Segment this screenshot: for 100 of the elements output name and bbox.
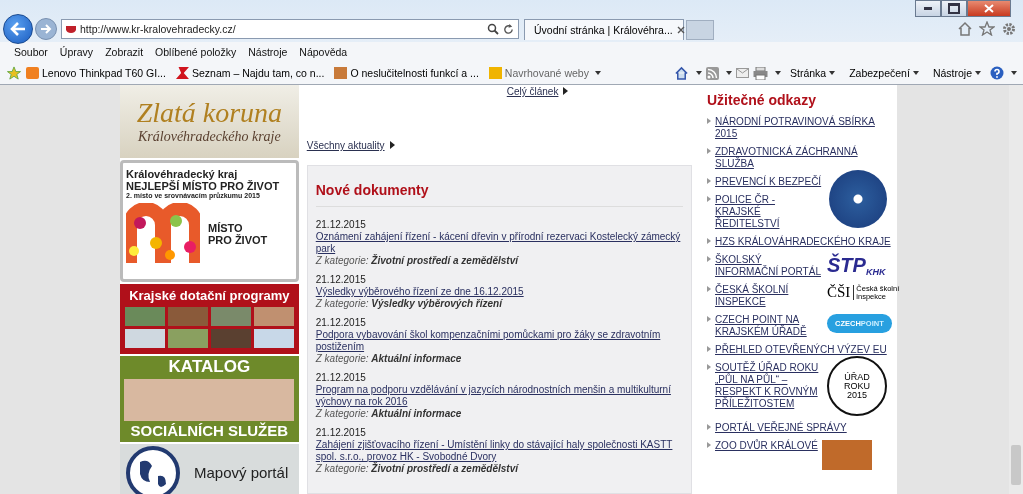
arrow-icon bbox=[707, 424, 711, 430]
document-link[interactable]: Výsledky výběrového řízení ze dne 16.12.2015 bbox=[315, 286, 683, 298]
banner-title: Zlatá koruna bbox=[136, 98, 283, 129]
back-button[interactable] bbox=[3, 14, 33, 44]
section-heading: Nové dokumenty bbox=[315, 182, 430, 198]
office-of-year-logo[interactable]: ÚŘAD ROKU 2015 bbox=[827, 356, 887, 416]
close-button[interactable] bbox=[967, 0, 1011, 17]
back-arrow-icon bbox=[10, 22, 26, 36]
map-portal-banner[interactable]: Mapový portál bbox=[120, 444, 299, 494]
photo-placeholder bbox=[253, 328, 294, 348]
caret-icon[interactable] bbox=[775, 71, 781, 75]
logo-text: MÍSTO bbox=[208, 222, 243, 235]
photo-placeholder bbox=[167, 328, 208, 348]
favorite-link[interactable]: Navrhované weby bbox=[488, 67, 601, 79]
document-category: Z kategorie: Aktuální informace bbox=[315, 408, 463, 420]
document-category: Z kategorie: Výsledky výběrových řízení bbox=[315, 298, 504, 310]
arrow-icon bbox=[707, 346, 711, 352]
address-field[interactable]: http://www.kr-kralovehradecky.cz/ bbox=[61, 19, 519, 39]
document-link[interactable]: Podpora vybavování škol kompenzačními pomůckami pro žáky se zdravotním postižením bbox=[315, 329, 683, 353]
home-icon[interactable] bbox=[957, 21, 973, 36]
printer-icon[interactable] bbox=[753, 66, 768, 80]
document-category: Z kategorie: Životní prostředí a zemědělství bbox=[315, 463, 520, 475]
arrow-icon bbox=[707, 118, 711, 124]
forward-button[interactable] bbox=[35, 18, 57, 40]
useful-link[interactable]: ZDRAVOTNICKÁ ZÁCHRANNÁ SLUŽBA bbox=[715, 146, 897, 170]
useful-link[interactable]: NÁRODNÍ POTRAVINOVÁ SBÍRKA 2015 bbox=[715, 116, 897, 140]
help-icon[interactable] bbox=[990, 66, 1004, 80]
command-menu[interactable]: Stránka bbox=[790, 67, 836, 79]
section-heading: Užitečné odkazy bbox=[707, 92, 817, 108]
document-link[interactable]: Zahájení zjišťovacího řízení - Umístění linky do stávající haly společnosti KASTT spol. s.r.o., provoz HK - Svobodné Dvory bbox=[315, 439, 683, 463]
maximize-button[interactable] bbox=[941, 0, 967, 17]
command-menu[interactable]: Zabezpečení bbox=[849, 67, 919, 79]
caret-icon[interactable] bbox=[1011, 71, 1017, 75]
caret-icon bbox=[594, 71, 601, 75]
home-icon[interactable] bbox=[674, 66, 689, 80]
social-services-catalog-banner[interactable]: KATALOG SOCIÁLNÍCH SLUŽEB bbox=[120, 356, 299, 442]
globe-icon bbox=[126, 446, 180, 494]
favorite-link[interactable]: Lenovo Thinkpad T60 GI... bbox=[26, 67, 166, 79]
photo-placeholder bbox=[210, 306, 251, 326]
caret-icon[interactable] bbox=[696, 71, 702, 75]
document-link[interactable]: Oznámení zahájení řízení - kácení dřevin v přírodní rezervaci Kostelecký zámecký park bbox=[315, 231, 683, 255]
refresh-icon[interactable] bbox=[503, 23, 514, 35]
site-icon bbox=[66, 25, 76, 33]
favorite-link[interactable]: O neslučitelnosti funkcí a ... bbox=[334, 67, 479, 79]
photo-placeholder bbox=[167, 306, 208, 326]
colorful-m-logo-icon bbox=[126, 203, 200, 266]
menu-item[interactable]: Zobrazit bbox=[99, 46, 150, 58]
golden-crown-banner[interactable]: Zlatá koruna Královéhradeckého kraje bbox=[120, 85, 299, 159]
command-menu[interactable]: Nástroje bbox=[932, 67, 981, 79]
arrow-icon bbox=[707, 286, 711, 292]
arrow-icon bbox=[707, 256, 711, 262]
logo-text: PRO ŽIVOT bbox=[208, 234, 268, 247]
banner-title: SOCIÁLNÍCH SLUŽEB bbox=[130, 422, 289, 440]
banner-subtitle: Královéhradeckého kraje bbox=[138, 129, 281, 145]
photo-placeholder bbox=[210, 328, 251, 348]
minimize-button[interactable] bbox=[915, 0, 941, 17]
menu-item[interactable]: Oblíbené položky bbox=[149, 46, 243, 58]
all-news-link[interactable]: Všechny aktuality bbox=[306, 140, 395, 151]
grant-programs-banner[interactable]: Krajské dotační programy bbox=[120, 283, 299, 355]
useful-link[interactable]: PŘEHLED OTEVŘENÝCH VÝZEV EU bbox=[715, 344, 887, 356]
banner-text: Královéhradecký kraj bbox=[126, 168, 238, 181]
menu-item[interactable]: Soubor bbox=[8, 46, 54, 58]
menu-item[interactable]: Nástroje bbox=[242, 46, 294, 58]
document-link[interactable]: Program na podporu vzdělávání v jazycích národnostních menšin a multikulturní výchovy na rok 2016 bbox=[315, 384, 683, 408]
menu-item[interactable]: Úpravy bbox=[53, 46, 100, 58]
caret-icon[interactable] bbox=[726, 71, 732, 75]
photo-placeholder bbox=[124, 328, 165, 348]
scrollbar[interactable] bbox=[1009, 85, 1023, 494]
document-date: 21.12.2015 bbox=[315, 219, 367, 231]
banner-title: KATALOG bbox=[168, 358, 251, 377]
document-date: 21.12.2015 bbox=[315, 427, 367, 439]
favorite-link[interactable]: Seznam – Najdu tam, co n... bbox=[175, 67, 325, 79]
settings-icon[interactable] bbox=[1001, 21, 1017, 37]
useful-link[interactable]: CZECH POINT NA KRAJSKÉM ÚŘADĚ bbox=[715, 314, 823, 338]
banner-title: Mapový portál bbox=[194, 464, 289, 481]
star-icon[interactable] bbox=[979, 21, 995, 36]
useful-link[interactable]: PORTÁL VEŘEJNÉ SPRÁVY bbox=[715, 422, 847, 434]
useful-link[interactable]: PREVENCÍ K BEZPEČÍ bbox=[715, 176, 822, 188]
menu-item[interactable]: Nápověda bbox=[293, 46, 354, 58]
arrow-icon bbox=[707, 316, 711, 322]
useful-link[interactable]: ZOO DVŮR KRÁLOVÉ bbox=[715, 440, 818, 452]
useful-link[interactable]: POLICE ČR - KRAJSKÉ ŘEDITELSTVÍ bbox=[715, 194, 823, 230]
browser-tab[interactable]: Úvodní stránka | Královéhra... bbox=[524, 18, 684, 40]
search-icon[interactable] bbox=[487, 23, 499, 35]
document-category: Z kategorie: Životní prostředí a zemědělství bbox=[315, 255, 520, 267]
document-date: 21.12.2015 bbox=[315, 274, 367, 286]
arrow-icon bbox=[707, 148, 711, 154]
arrow-icon bbox=[707, 238, 711, 244]
forward-arrow-icon bbox=[40, 24, 52, 34]
dvd-disc-icon[interactable] bbox=[829, 170, 887, 228]
banner-title: NEJLEPŠÍ MÍSTO PRO ŽIVOT bbox=[126, 180, 280, 193]
full-article-link[interactable]: Celý článek bbox=[506, 86, 569, 97]
useful-link[interactable]: ČESKÁ ŠKOLNÍ INSPEKCE bbox=[715, 284, 823, 308]
useful-link[interactable]: SOUTĚŽ ÚŘAD ROKU „PŮL NA PŮL“ – RESPEKT K ROVNÝM PŘÍLEŽITOSTEM bbox=[715, 362, 823, 410]
useful-link[interactable]: HZS KRÁLOVÁHRADECKÉHO KRAJE bbox=[715, 236, 891, 248]
close-icon[interactable] bbox=[676, 25, 685, 34]
photo-placeholder bbox=[124, 306, 165, 326]
arrow-icon bbox=[707, 178, 711, 184]
star-icon[interactable] bbox=[6, 66, 22, 80]
useful-link[interactable]: ŠKOLSKÝ INFORMAČNÍ PORTÁL bbox=[715, 254, 823, 278]
